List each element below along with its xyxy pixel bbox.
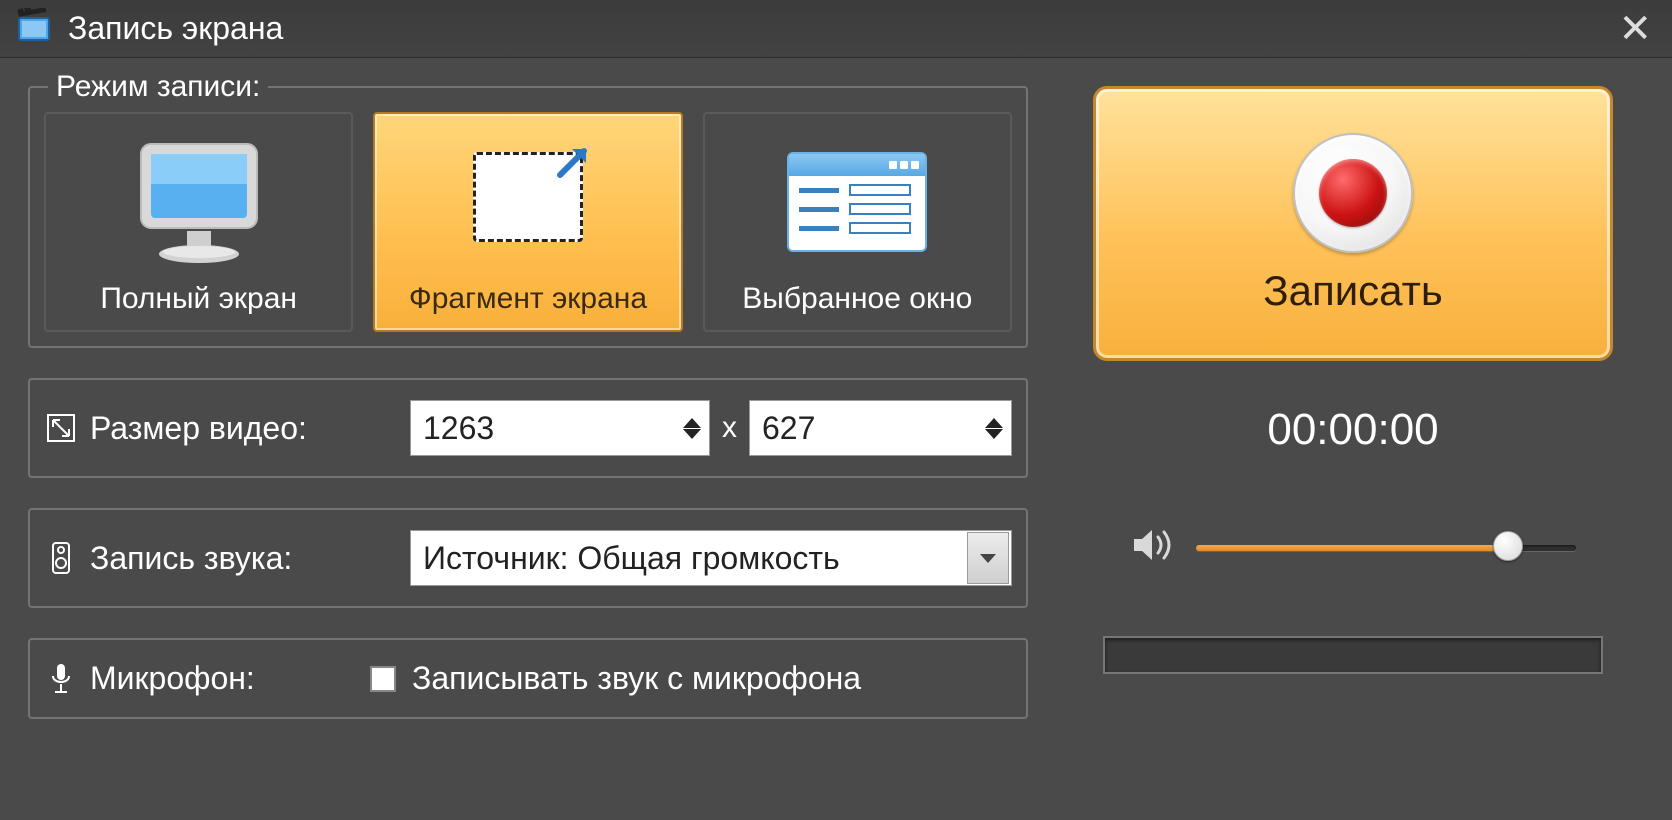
mode-full-screen-button[interactable]: Полный экран: [44, 112, 353, 332]
height-up-icon[interactable]: [985, 418, 1003, 428]
dimension-separator: x: [722, 411, 737, 445]
mode-fragment-label: Фрагмент экрана: [409, 282, 647, 316]
close-icon[interactable]: ✕: [1618, 6, 1652, 52]
microphone-label: Микрофон:: [90, 660, 370, 697]
monitor-icon: [46, 136, 351, 266]
microphone-icon: [44, 662, 78, 696]
mode-fragment-button[interactable]: Фрагмент экрана: [373, 112, 682, 332]
titlebar: Запись экрана ✕: [0, 0, 1672, 58]
width-down-icon[interactable]: [683, 429, 701, 439]
microphone-level-meter: [1103, 636, 1603, 674]
width-value: 1263: [423, 410, 494, 447]
recording-mode-legend: Режим записи:: [48, 70, 268, 104]
audio-source-value: Источник: Общая громкость: [423, 540, 840, 577]
audio-source-dropdown[interactable]: Источник: Общая громкость: [410, 530, 1012, 586]
audio-source-row: Запись звука: Источник: Общая громкость: [28, 508, 1028, 608]
audio-source-label: Запись звука:: [90, 540, 410, 577]
microphone-row: Микрофон: Записывать звук с микрофона: [28, 638, 1028, 719]
mode-full-screen-label: Полный экран: [100, 282, 297, 316]
window-icon: [705, 152, 1010, 252]
video-size-label: Размер видео:: [90, 410, 410, 447]
mode-window-label: Выбранное окно: [742, 282, 972, 316]
volume-slider[interactable]: [1196, 545, 1576, 551]
volume-row: [1062, 525, 1644, 570]
microphone-checkbox[interactable]: [370, 666, 396, 692]
record-icon: [1293, 133, 1413, 253]
width-up-icon[interactable]: [683, 418, 701, 428]
width-input[interactable]: 1263: [410, 400, 710, 456]
recording-mode-group: Режим записи: Полный экран: [28, 86, 1028, 348]
speaker-icon: [1130, 525, 1176, 570]
mode-window-button[interactable]: Выбранное окно: [703, 112, 1012, 332]
height-down-icon[interactable]: [985, 429, 1003, 439]
record-button-label: Записать: [1263, 267, 1442, 315]
video-size-row: Размер видео: 1263 x 627: [28, 378, 1028, 478]
volume-thumb[interactable]: [1493, 531, 1523, 561]
record-timer: 00:00:00: [1062, 405, 1644, 455]
selection-icon: [375, 152, 680, 242]
record-button[interactable]: Записать: [1093, 86, 1613, 361]
app-icon: [14, 8, 54, 49]
microphone-checkbox-label: Записывать звук с микрофона: [412, 660, 861, 697]
resize-icon: [44, 413, 78, 443]
height-value: 627: [762, 410, 815, 447]
speaker-small-icon: [44, 541, 78, 575]
height-input[interactable]: 627: [749, 400, 1012, 456]
chevron-down-icon[interactable]: [967, 532, 1009, 584]
window-title: Запись экрана: [68, 10, 283, 47]
